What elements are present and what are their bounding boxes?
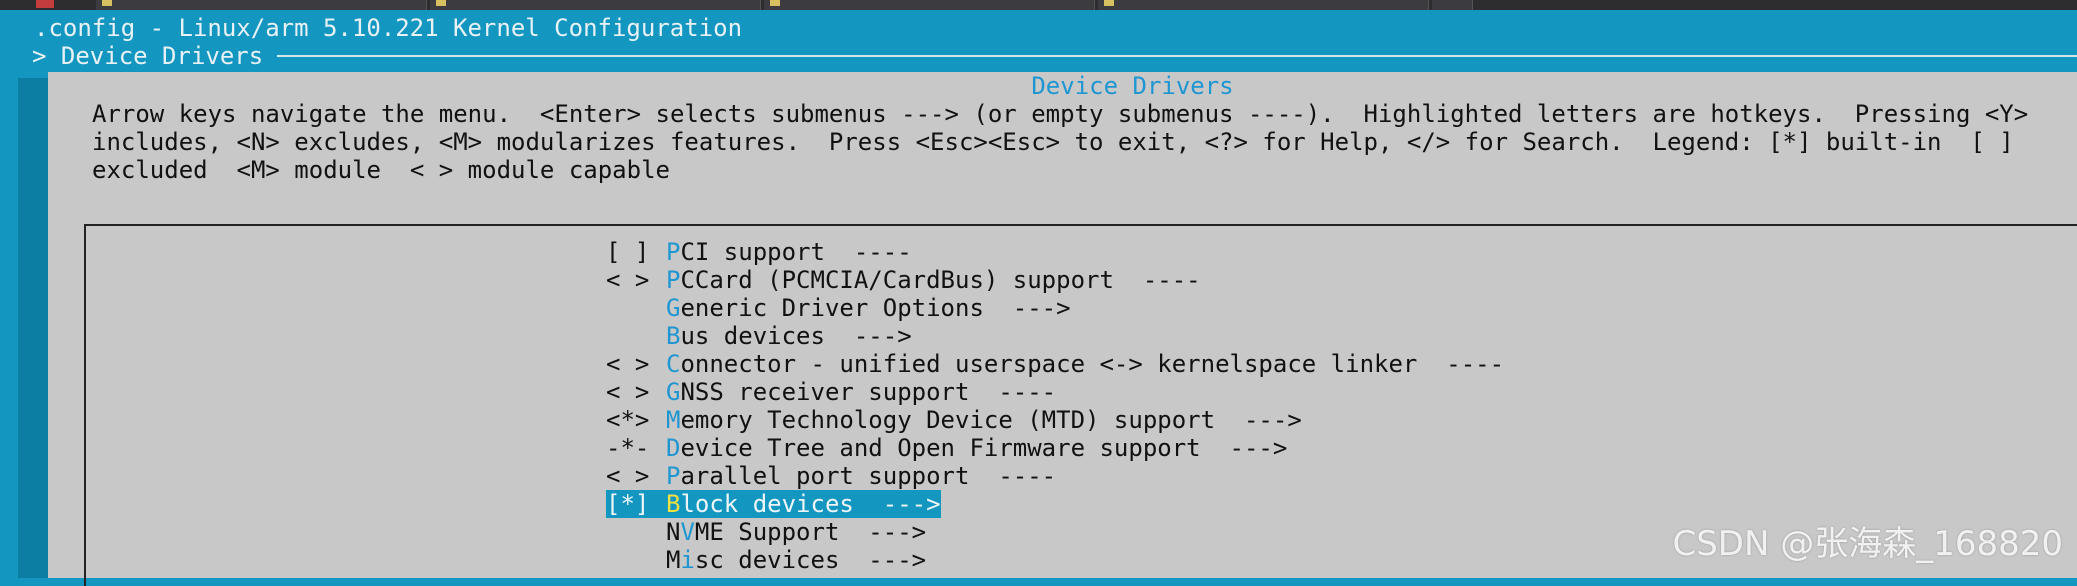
menu-item-hotkey: V xyxy=(680,518,695,546)
menu-item[interactable]: Generic Driver Options ---> xyxy=(606,294,1071,322)
dialog-title: Device Drivers xyxy=(1031,72,1234,100)
menu-item[interactable]: < > PCCard (PCMCIA/CardBus) support ---- xyxy=(606,266,1201,294)
terminal-tab[interactable] xyxy=(1098,0,1429,10)
menu-item-state xyxy=(606,294,666,322)
menu-item-state: < > xyxy=(606,266,650,294)
menu-item-hotkey: P xyxy=(666,462,681,490)
menu-item-text: us devices ---> xyxy=(680,322,912,350)
menu-item-state: -*- xyxy=(606,434,650,462)
menu-item-hotkey: P xyxy=(666,238,681,266)
menu-item-state: < > xyxy=(606,350,650,378)
menu-item-label: Misc devices ---> xyxy=(666,546,926,574)
menu-item[interactable]: < > Parallel port support ---- xyxy=(606,462,1056,490)
menu-item-label: Parallel port support ---- xyxy=(666,462,1056,490)
breadcrumb-text: > Device Drivers xyxy=(32,42,264,70)
menu-item-hotkey: G xyxy=(666,378,681,406)
menu-item-state xyxy=(606,546,666,574)
tab-strip xyxy=(0,0,2077,10)
menu-item-hotkey: P xyxy=(666,266,681,294)
menu-item-state: <*> xyxy=(606,406,650,434)
menu-item-hotkey: i xyxy=(680,546,695,574)
terminal-tab[interactable] xyxy=(430,0,761,10)
menu-item-text: arallel port support ---- xyxy=(680,462,1057,490)
menu-item-hotkey: M xyxy=(666,406,681,434)
menu-item-label: Memory Technology Device (MTD) support -… xyxy=(666,406,1302,434)
terminal-tab[interactable] xyxy=(764,0,1095,10)
tab-icon xyxy=(1104,0,1114,6)
menu-item-state xyxy=(606,518,666,546)
menu-item-label: Device Tree and Open Firmware support --… xyxy=(666,434,1287,462)
menu-item-text: emory Technology Device (MTD) support --… xyxy=(680,406,1302,434)
window-title: .config - Linux/arm 5.10.221 Kernel Conf… xyxy=(34,14,743,42)
menu-item[interactable]: < > GNSS receiver support ---- xyxy=(606,378,1056,406)
menu-item[interactable]: NVME Support ---> xyxy=(606,518,926,546)
new-tab-button[interactable] xyxy=(1432,0,1473,10)
menu-item-label: Generic Driver Options ---> xyxy=(666,294,1071,322)
menu-item-state: [*] xyxy=(606,490,666,518)
menu-item-label: PCI support ---- xyxy=(666,238,912,266)
menu-item-text: NSS receiver support ---- xyxy=(680,378,1057,406)
menu-item-label: NVME Support ---> xyxy=(666,518,926,546)
menu-item-hotkey: D xyxy=(666,434,681,462)
menu-item-state: < > xyxy=(606,378,650,406)
menu-item-lead: N xyxy=(666,518,681,546)
menu-item-hotkey: B xyxy=(666,490,681,518)
menu-item-label: PCCard (PCMCIA/CardBus) support ---- xyxy=(666,266,1201,294)
menu-item-text: evice Tree and Open Firmware support ---… xyxy=(680,434,1288,462)
menu-item-state: < > xyxy=(606,462,650,490)
app-icon xyxy=(36,0,54,8)
menu-item-label: GNSS receiver support ---- xyxy=(666,378,1056,406)
menu-item-hotkey: B xyxy=(666,322,681,350)
menu-item[interactable]: [ ] PCI support ---- xyxy=(606,238,912,266)
menu-item-text: lock devices ---> xyxy=(680,490,941,518)
menu-item-text: ME Support ---> xyxy=(694,518,927,546)
menu-item-text: eneric Driver Options ---> xyxy=(680,294,1071,322)
menu-item[interactable]: < > Connector - unified userspace <-> ker… xyxy=(606,350,1504,378)
breadcrumb: > Device Drivers xyxy=(32,42,2077,70)
menu-item[interactable]: -*- Device Tree and Open Firmware support… xyxy=(606,434,1287,462)
menu-item-label: Block devices ---> xyxy=(666,490,941,518)
menu-item-hotkey: C xyxy=(666,350,681,378)
tab-icon xyxy=(770,0,780,6)
watermark: CSDN @张海森_168820 xyxy=(1672,524,2063,564)
tab-icon xyxy=(436,0,446,6)
menu-item[interactable]: Bus devices ---> xyxy=(606,322,912,350)
menu-item-lead: M xyxy=(666,546,681,574)
terminal-tab[interactable] xyxy=(96,0,427,10)
help-text-line: Arrow keys navigate the menu. <Enter> se… xyxy=(92,100,2029,128)
menu-item-state xyxy=(606,322,666,350)
menu-item[interactable]: Misc devices ---> xyxy=(606,546,926,574)
menu-item-hotkey: G xyxy=(666,294,681,322)
menu-item[interactable]: [*] Block devices ---> xyxy=(606,490,941,518)
menu-item-label: Connector - unified userspace <-> kernel… xyxy=(666,350,1504,378)
menu-item-text: onnector - unified userspace <-> kernels… xyxy=(680,350,1505,378)
menu-item-state: [ ] xyxy=(606,238,650,266)
menu-item-text: sc devices ---> xyxy=(694,546,927,574)
dialog-shadow xyxy=(18,78,48,578)
menu-item[interactable]: <*> Memory Technology Device (MTD) suppor… xyxy=(606,406,1302,434)
tab-icon xyxy=(102,0,112,6)
breadcrumb-rule xyxy=(277,55,2077,57)
menu-item-label: Bus devices ---> xyxy=(666,322,912,350)
help-text-line: includes, <N> excludes, <M> modularizes … xyxy=(92,128,2014,156)
help-text-line: excluded <M> module < > module capable xyxy=(92,156,670,184)
menuconfig-dialog: Device Drivers Arrow keys navigate the m… xyxy=(48,72,2077,586)
menu-item-text: CCard (PCMCIA/CardBus) support ---- xyxy=(680,266,1201,294)
menu-item-text: CI support ---- xyxy=(680,238,912,266)
